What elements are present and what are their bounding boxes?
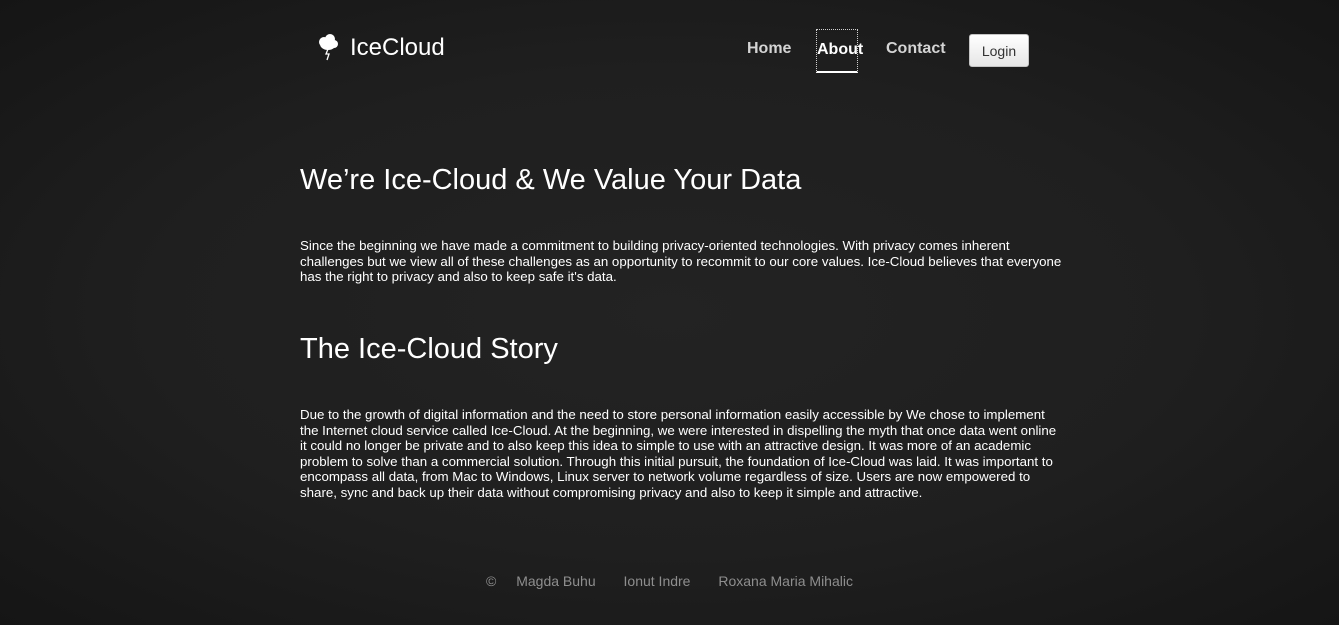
footer-author: Magda Buhu bbox=[516, 573, 596, 589]
footer-author: Roxana Maria Mihalic bbox=[718, 573, 853, 589]
cloud-lightning-icon bbox=[316, 33, 342, 63]
section-body-story: Due to the growth of digital information… bbox=[300, 407, 1057, 500]
footer-author: Ionut Indre bbox=[623, 573, 691, 589]
nav-about[interactable]: About bbox=[816, 29, 863, 73]
brand-name: IceCloud bbox=[350, 34, 445, 61]
nav-contact[interactable]: Contact bbox=[886, 29, 946, 71]
site-footer: © Magda Buhu Ionut Indre Roxana Maria Mi… bbox=[0, 573, 1339, 589]
section-body-value-data: Since the beginning we have made a commi… bbox=[300, 238, 1062, 284]
site-header: IceCloud Home About Contact Login bbox=[0, 0, 1339, 100]
copyright-symbol: © bbox=[486, 573, 497, 589]
nav-home[interactable]: Home bbox=[747, 29, 791, 71]
login-button[interactable]: Login bbox=[969, 34, 1029, 67]
section-title-value-data: We’re Ice-Cloud & We Value Your Data bbox=[300, 164, 802, 196]
brand-logo[interactable]: IceCloud bbox=[316, 33, 445, 63]
section-title-story: The Ice-Cloud Story bbox=[300, 333, 558, 365]
